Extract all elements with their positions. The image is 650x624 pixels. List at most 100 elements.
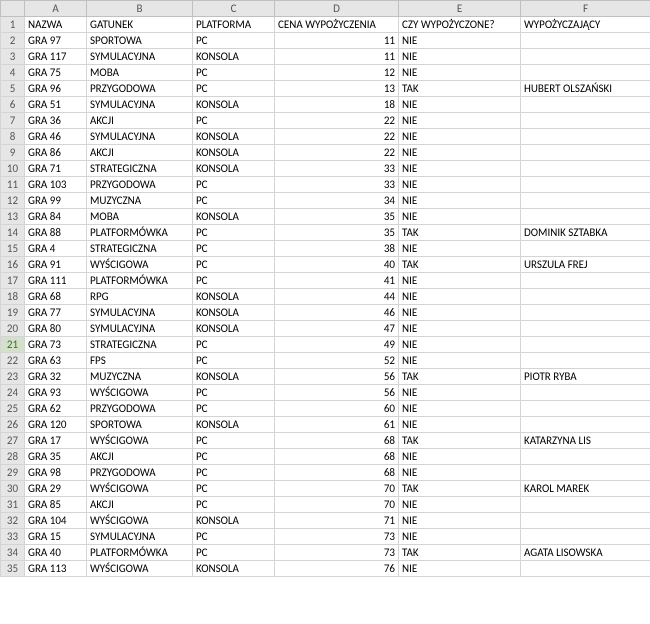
row-header[interactable]: 13 bbox=[1, 209, 25, 225]
row-header[interactable]: 22 bbox=[1, 353, 25, 369]
cell[interactable]: NIE bbox=[399, 193, 521, 209]
cell[interactable]: NIE bbox=[399, 529, 521, 545]
cell[interactable]: PRZYGODOWA bbox=[87, 465, 193, 481]
cell[interactable] bbox=[521, 33, 650, 49]
cell[interactable]: GRA 71 bbox=[25, 161, 87, 177]
cell[interactable] bbox=[521, 465, 650, 481]
row-header[interactable]: 18 bbox=[1, 289, 25, 305]
row-header[interactable]: 7 bbox=[1, 113, 25, 129]
cell[interactable]: 22 bbox=[275, 129, 399, 145]
cell[interactable]: WYŚCIGOWA bbox=[87, 433, 193, 449]
col-header-A[interactable]: A bbox=[25, 1, 87, 17]
cell[interactable]: 70 bbox=[275, 481, 399, 497]
cell[interactable]: PLATFORMÓWKA bbox=[87, 545, 193, 561]
cell[interactable]: GRA 62 bbox=[25, 401, 87, 417]
cell[interactable]: GRA 91 bbox=[25, 257, 87, 273]
cell[interactable]: WYŚCIGOWA bbox=[87, 561, 193, 577]
cell[interactable]: KONSOLA bbox=[193, 321, 275, 337]
cell[interactable]: 33 bbox=[275, 177, 399, 193]
cell[interactable]: PC bbox=[193, 257, 275, 273]
cell[interactable]: WYŚCIGOWA bbox=[87, 513, 193, 529]
cell[interactable] bbox=[521, 513, 650, 529]
cell[interactable]: PC bbox=[193, 177, 275, 193]
row-header[interactable]: 6 bbox=[1, 97, 25, 113]
cell[interactable]: 11 bbox=[275, 49, 399, 65]
cell[interactable]: KONSOLA bbox=[193, 417, 275, 433]
cell[interactable]: GRA 99 bbox=[25, 193, 87, 209]
cell[interactable]: 12 bbox=[275, 65, 399, 81]
cell[interactable]: SPORTOWA bbox=[87, 417, 193, 433]
cell[interactable]: 11 bbox=[275, 33, 399, 49]
cell[interactable]: NIE bbox=[399, 161, 521, 177]
cell[interactable]: TAK bbox=[399, 369, 521, 385]
cell[interactable]: 68 bbox=[275, 433, 399, 449]
cell[interactable]: NIE bbox=[399, 97, 521, 113]
row-header[interactable]: 2 bbox=[1, 33, 25, 49]
cell[interactable]: 73 bbox=[275, 545, 399, 561]
cell[interactable]: 68 bbox=[275, 449, 399, 465]
cell[interactable]: GRA 80 bbox=[25, 321, 87, 337]
cell[interactable]: GRA 86 bbox=[25, 145, 87, 161]
cell[interactable] bbox=[521, 65, 650, 81]
cell[interactable]: 22 bbox=[275, 113, 399, 129]
row-header[interactable]: 16 bbox=[1, 257, 25, 273]
cell[interactable]: PC bbox=[193, 81, 275, 97]
cell[interactable]: PC bbox=[193, 545, 275, 561]
row-header[interactable]: 31 bbox=[1, 497, 25, 513]
row-header[interactable]: 32 bbox=[1, 513, 25, 529]
cell[interactable]: TAK bbox=[399, 81, 521, 97]
cell[interactable] bbox=[521, 145, 650, 161]
cell[interactable]: KATARZYNA LIS bbox=[521, 433, 650, 449]
row-header[interactable]: 33 bbox=[1, 529, 25, 545]
cell[interactable] bbox=[521, 193, 650, 209]
row-header[interactable]: 28 bbox=[1, 449, 25, 465]
cell[interactable]: GRA 98 bbox=[25, 465, 87, 481]
cell[interactable]: WYŚCIGOWA bbox=[87, 385, 193, 401]
cell[interactable]: NIE bbox=[399, 401, 521, 417]
cell[interactable]: NIE bbox=[399, 497, 521, 513]
cell[interactable] bbox=[521, 305, 650, 321]
cell[interactable]: GRA 29 bbox=[25, 481, 87, 497]
cell[interactable]: NIE bbox=[399, 305, 521, 321]
cell[interactable]: NIE bbox=[399, 337, 521, 353]
cell[interactable] bbox=[521, 321, 650, 337]
cell[interactable]: PRZYGODOWA bbox=[87, 177, 193, 193]
cell[interactable]: 22 bbox=[275, 145, 399, 161]
select-all-corner[interactable] bbox=[1, 1, 25, 17]
cell[interactable]: KONSOLA bbox=[193, 49, 275, 65]
cell[interactable]: SYMULACYJNA bbox=[87, 49, 193, 65]
row-header[interactable]: 35 bbox=[1, 561, 25, 577]
col-header-F[interactable]: F bbox=[521, 1, 650, 17]
cell[interactable]: SYMULACYJNA bbox=[87, 97, 193, 113]
cell[interactable]: NIE bbox=[399, 465, 521, 481]
cell[interactable]: SPORTOWA bbox=[87, 33, 193, 49]
cell[interactable]: AGATA LISOWSKA bbox=[521, 545, 650, 561]
cell[interactable]: KONSOLA bbox=[193, 289, 275, 305]
cell[interactable]: AKCJI bbox=[87, 449, 193, 465]
cell[interactable]: NIE bbox=[399, 65, 521, 81]
cell[interactable] bbox=[521, 289, 650, 305]
cell[interactable] bbox=[521, 113, 650, 129]
cell[interactable]: DOMINIK SZTABKA bbox=[521, 225, 650, 241]
row-header[interactable]: 8 bbox=[1, 129, 25, 145]
cell[interactable]: GRA 32 bbox=[25, 369, 87, 385]
cell[interactable]: KONSOLA bbox=[193, 513, 275, 529]
cell[interactable]: PIOTR RYBA bbox=[521, 369, 650, 385]
row-header[interactable]: 26 bbox=[1, 417, 25, 433]
cell[interactable]: CZY WYPOŻYCZONE? bbox=[399, 17, 521, 33]
cell[interactable]: 71 bbox=[275, 513, 399, 529]
cell[interactable]: 41 bbox=[275, 273, 399, 289]
cell[interactable]: 70 bbox=[275, 497, 399, 513]
cell[interactable]: TAK bbox=[399, 433, 521, 449]
cell[interactable]: 47 bbox=[275, 321, 399, 337]
cell[interactable]: 73 bbox=[275, 529, 399, 545]
cell[interactable]: NIE bbox=[399, 273, 521, 289]
cell[interactable]: GRA 111 bbox=[25, 273, 87, 289]
cell[interactable] bbox=[521, 561, 650, 577]
cell[interactable]: NIE bbox=[399, 33, 521, 49]
cell[interactable]: NIE bbox=[399, 113, 521, 129]
cell[interactable]: NIE bbox=[399, 241, 521, 257]
cell[interactable] bbox=[521, 209, 650, 225]
cell[interactable]: PLATFORMA bbox=[193, 17, 275, 33]
cell[interactable]: PC bbox=[193, 529, 275, 545]
